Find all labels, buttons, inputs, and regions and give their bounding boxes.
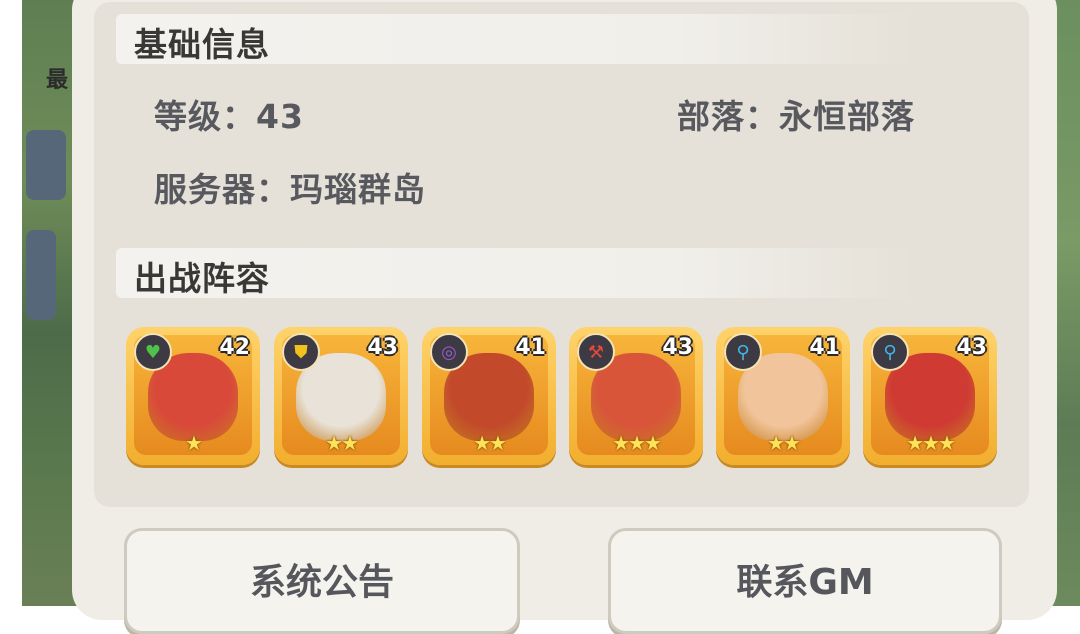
hero-stars: ★★★ [612, 431, 662, 455]
hero-level: 43 [367, 335, 398, 360]
system-notice-button[interactable]: 系统公告 [124, 528, 520, 634]
contact-gm-button[interactable]: 联系GM [608, 528, 1002, 634]
background-text: 最 [46, 68, 69, 93]
heart-icon: ♥ [134, 333, 172, 371]
white-edge [0, 0, 22, 606]
shield-icon: ⛊ [282, 333, 320, 371]
lineup-title: 出战阵容 [134, 259, 270, 298]
hero-card[interactable]: ⚲ 41 ★★ [716, 327, 850, 465]
basic-info-title: 基础信息 [134, 25, 270, 64]
hero-card[interactable]: ◎ 41 ★★ [422, 327, 556, 465]
staff-icon: ⚲ [724, 333, 762, 371]
hero-stars: ★★ [767, 431, 801, 455]
player-level: 等级：43 [154, 97, 304, 136]
hero-card[interactable]: ♥ 42 ★ [126, 327, 260, 465]
hero-card[interactable]: ⚒ 43 ★★★ [569, 327, 703, 465]
rock-decoration [26, 130, 66, 200]
staff-icon: ⚲ [871, 333, 909, 371]
game-background-left: 最 [0, 0, 82, 606]
hero-level: 43 [956, 335, 987, 360]
hero-stars: ★★ [325, 431, 359, 455]
contact-gm-label: 联系GM [736, 562, 874, 603]
hero-stars: ★★ [473, 431, 507, 455]
axe-icon: ⚒ [577, 333, 615, 371]
hero-stars: ★★★ [906, 431, 956, 455]
swirl-icon: ◎ [430, 333, 468, 371]
player-server: 服务器：玛瑙群岛 [154, 170, 426, 209]
system-notice-label: 系统公告 [249, 562, 394, 603]
hero-card[interactable]: ⚲ 43 ★★★ [863, 327, 997, 465]
hero-level: 43 [662, 335, 693, 360]
hero-level: 41 [515, 335, 546, 360]
hero-stars: ★ [185, 431, 203, 455]
rock-decoration [26, 230, 56, 320]
player-tribe: 部落：永恒部落 [677, 97, 915, 136]
hero-card[interactable]: ⛊ 43 ★★ [274, 327, 408, 465]
hero-level: 41 [809, 335, 840, 360]
hero-level: 42 [219, 335, 250, 360]
